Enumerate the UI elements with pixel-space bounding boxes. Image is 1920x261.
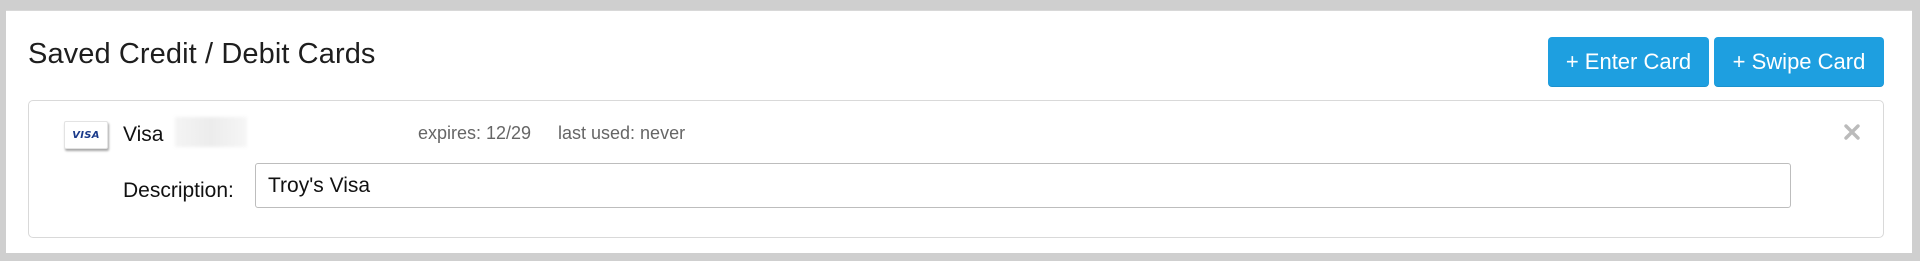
card-brand-label: Visa bbox=[123, 123, 164, 146]
visa-card-icon: VISA bbox=[64, 121, 108, 149]
description-label: Description: bbox=[123, 179, 234, 202]
card-expiry: expires: 12/29 bbox=[418, 123, 532, 143]
card-last-used: last used: never bbox=[558, 123, 686, 143]
description-input[interactable] bbox=[255, 163, 1791, 208]
close-icon[interactable] bbox=[1843, 123, 1861, 141]
enter-card-button[interactable]: + Enter Card bbox=[1548, 37, 1709, 87]
swipe-card-button[interactable]: + Swipe Card bbox=[1714, 37, 1884, 87]
card-number-redacted bbox=[175, 117, 247, 147]
saved-cards-panel: Saved Credit / Debit Cards + Enter Card … bbox=[6, 10, 1912, 253]
visa-logo-text: VISA bbox=[72, 129, 100, 141]
saved-card-item: VISA Visa expires: 12/29 last used: neve… bbox=[28, 100, 1884, 238]
page-title: Saved Credit / Debit Cards bbox=[28, 38, 376, 70]
